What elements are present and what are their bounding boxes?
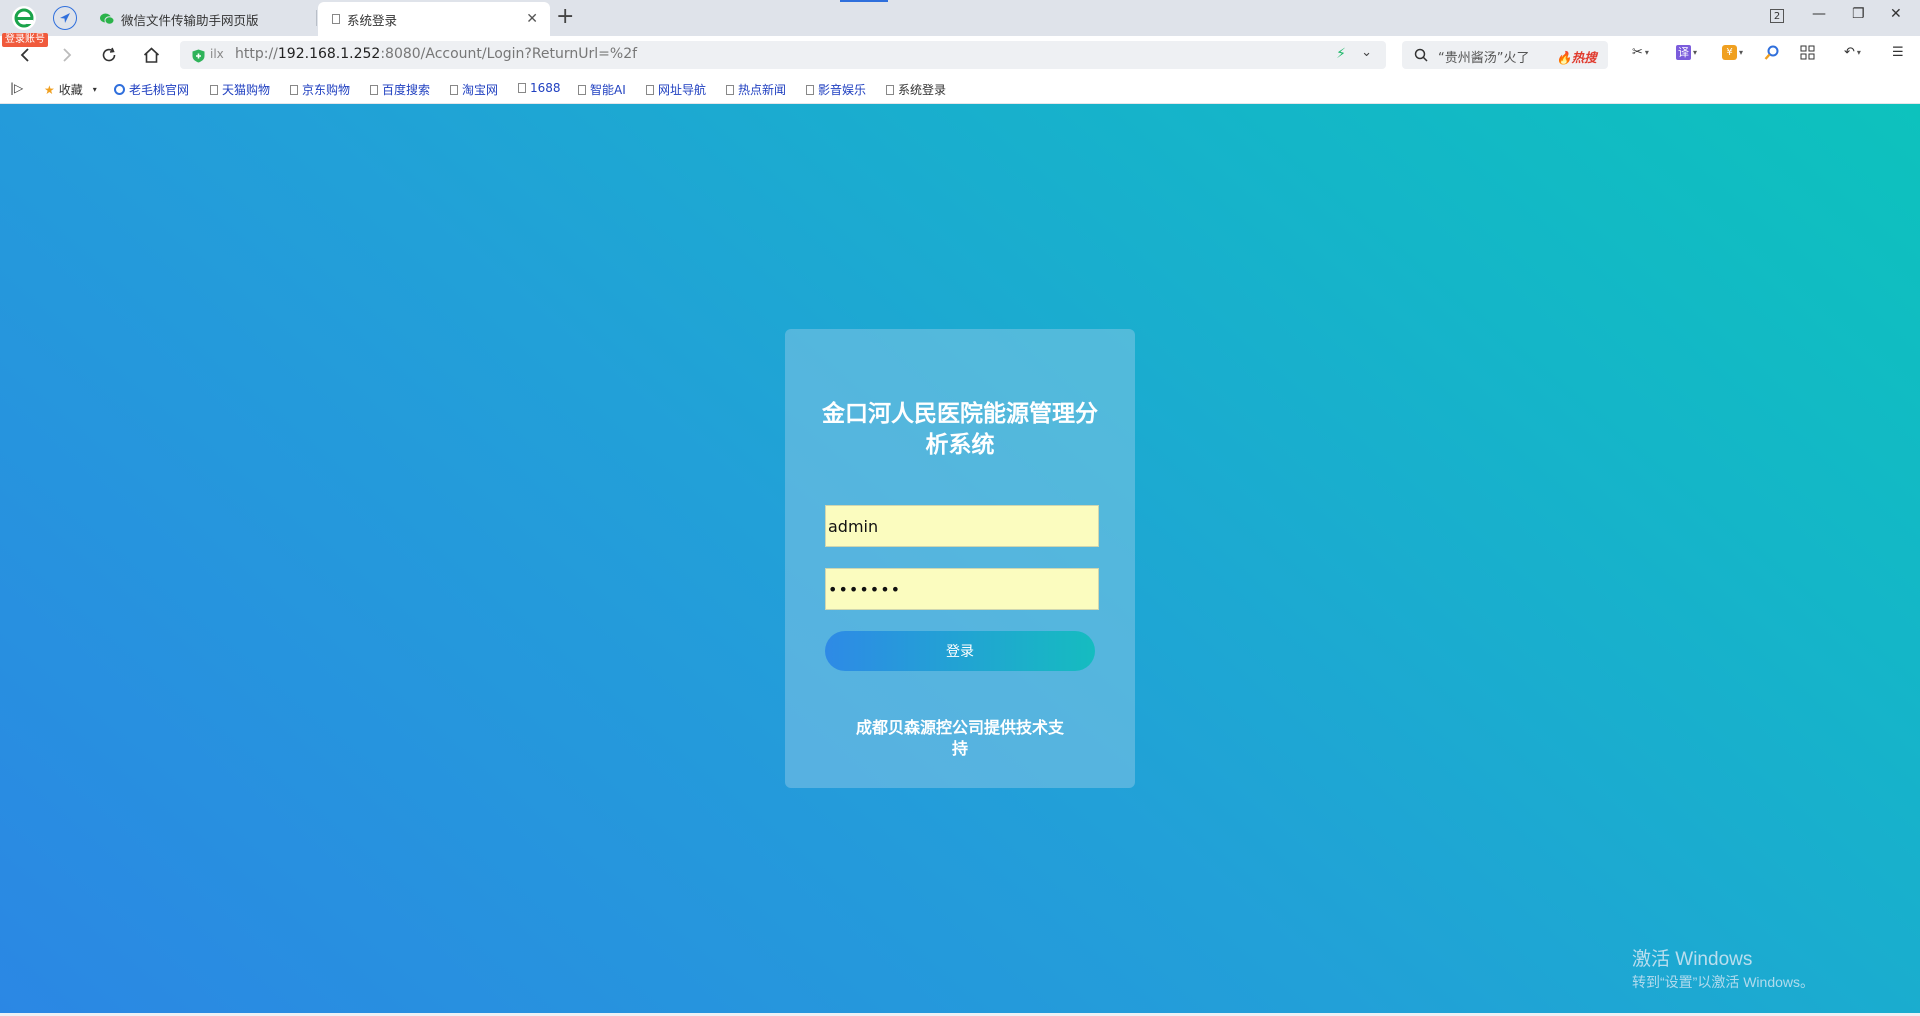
hot-search-label[interactable]: 🔥热搜: [1556, 47, 1597, 66]
page-icon: [518, 83, 526, 93]
tab-title: 微信文件传输助手网页版: [121, 12, 259, 28]
lightning-icon[interactable]: ⚡: [1336, 46, 1346, 62]
bookmark-laomaotao[interactable]: 老毛桃官网: [114, 81, 189, 98]
url-text[interactable]: http://192.168.1.252:8080/Account/Login?…: [235, 46, 637, 62]
page-icon: [726, 84, 734, 95]
windows-activation-title: 激活 Windows: [1632, 949, 1753, 970]
star-icon: ★: [44, 82, 55, 97]
home-icon[interactable]: [140, 44, 162, 66]
bookmark-tmall[interactable]: 天猫购物: [210, 81, 270, 98]
extension-icon[interactable]: ¥ ▾: [1722, 45, 1743, 60]
bookmarks-bar: |▷ ★ 收藏 ▾ 老毛桃官网 天猫购物 京东购物 百度搜索 淘宝网 1688 …: [0, 74, 1920, 104]
bookmark-media[interactable]: 影音娱乐: [806, 81, 866, 98]
bookmark-taobao[interactable]: 淘宝网: [450, 81, 498, 98]
bookmark-favorites[interactable]: ★ 收藏 ▾: [44, 81, 97, 98]
menu-icon[interactable]: ☰: [1892, 45, 1904, 60]
page-icon: [806, 84, 814, 95]
chevron-down-icon: ▾: [92, 85, 97, 94]
page-icon: [370, 84, 378, 95]
tab-divider: [316, 10, 317, 26]
page-icon: [290, 84, 298, 95]
minimize-icon[interactable]: —: [1812, 6, 1826, 22]
login-page-background: 金口河人民医院能源管理分析系统 登录 成都贝森源控公司提供技术支持 激活 Win…: [0, 104, 1920, 1016]
browser-logo-icon[interactable]: [12, 6, 36, 30]
address-bar[interactable]: ilx http://192.168.1.252:8080/Account/Lo…: [180, 41, 1386, 69]
undo-icon[interactable]: ↶ ▾: [1844, 45, 1861, 60]
search-box[interactable]: “贵州酱汤”火了 🔥热搜: [1402, 41, 1608, 69]
bookmark-baidu[interactable]: 百度搜索: [370, 81, 430, 98]
close-tab-icon[interactable]: ✕: [526, 11, 538, 27]
bookmark-nav[interactable]: 网址导航: [646, 81, 706, 98]
reload-icon[interactable]: [98, 44, 120, 66]
navigation-icon[interactable]: [53, 6, 77, 30]
page-icon: [578, 84, 586, 95]
grid-apps-icon[interactable]: [1800, 45, 1815, 60]
tab-top-indicator: [840, 0, 888, 2]
wechat-icon: [100, 13, 114, 25]
login-button[interactable]: 登录: [825, 631, 1095, 671]
magnifier-icon[interactable]: [1764, 45, 1780, 61]
windows-activation-hint: 转到“设置”以激活 Windows。: [1632, 974, 1815, 990]
back-icon[interactable]: [14, 44, 36, 66]
page-icon: [332, 14, 340, 24]
navigation-toolbar: ilx http://192.168.1.252:8080/Account/Lo…: [0, 36, 1920, 74]
bookmark-system-login[interactable]: 系统登录: [886, 81, 946, 98]
ad-block-icon[interactable]: ilx: [210, 47, 224, 61]
translate-icon[interactable]: 译 ▾: [1676, 45, 1697, 60]
tab-system-login[interactable]: 系统登录 ✕: [318, 2, 550, 36]
scissors-icon[interactable]: ✂ ▾: [1632, 45, 1649, 60]
login-account-badge[interactable]: 登录账号: [2, 33, 48, 47]
new-tab-button[interactable]: +: [556, 4, 574, 30]
chevron-down-icon[interactable]: ⌄: [1361, 45, 1372, 60]
bookmark-ai[interactable]: 智能AI: [578, 81, 626, 98]
search-icon[interactable]: [1414, 47, 1428, 66]
bookmark-1688[interactable]: 1688: [518, 81, 561, 95]
tech-support-text: 成都贝森源控公司提供技术支持: [855, 718, 1064, 758]
bookmark-news[interactable]: 热点新闻: [726, 81, 786, 98]
username-field[interactable]: [825, 505, 1099, 547]
login-card: 金口河人民医院能源管理分析系统 登录 成都贝森源控公司提供技术支持: [785, 329, 1135, 788]
system-title: 金口河人民医院能源管理分析系统: [822, 401, 1098, 458]
bookmark-jd[interactable]: 京东购物: [290, 81, 350, 98]
tab-strip: 登录账号 微信文件传输助手网页版 系统登录 ✕ + 2 — ❐ ✕: [0, 0, 1920, 47]
close-window-icon[interactable]: ✕: [1890, 6, 1902, 22]
page-icon: [450, 84, 458, 95]
sidebar-toggle-icon[interactable]: |▷: [10, 81, 23, 95]
tab-wechat-file-transfer[interactable]: 微信文件传输助手网页版: [86, 2, 316, 36]
page-icon: [646, 84, 654, 95]
forward-icon[interactable]: [56, 44, 78, 66]
restore-icon[interactable]: ❐: [1852, 6, 1865, 22]
flame-icon: 🔥: [1556, 50, 1572, 65]
search-suggestion[interactable]: “贵州酱汤”火了: [1438, 47, 1529, 66]
password-field[interactable]: [825, 568, 1099, 610]
page-icon: [886, 84, 894, 95]
tab-title: 系统登录: [347, 12, 398, 28]
security-shield-icon[interactable]: [192, 48, 205, 67]
page-icon: [210, 84, 218, 95]
window-count-badge[interactable]: 2: [1770, 9, 1784, 23]
globe-icon: [114, 84, 125, 95]
